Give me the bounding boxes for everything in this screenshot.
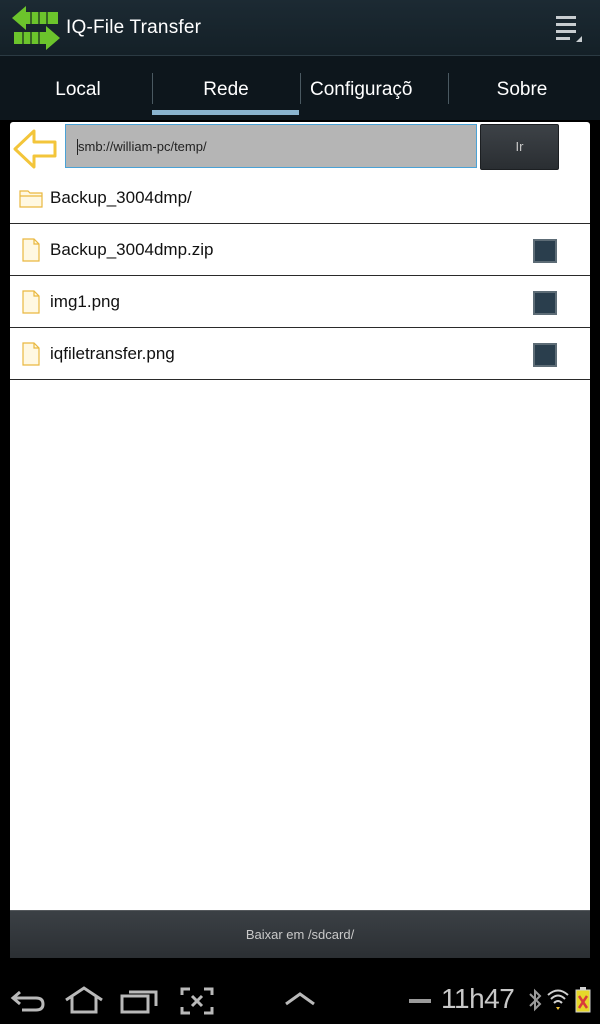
system-navigation-bar: 11h47 <box>0 976 600 1024</box>
file-icon <box>22 290 40 314</box>
battery-icon <box>575 987 591 1013</box>
address-input[interactable]: smb://william-pc/temp/ <box>65 124 477 168</box>
file-row[interactable]: iqfiletransfer.png <box>10 328 590 380</box>
file-checkbox[interactable] <box>533 343 557 367</box>
app-title: IQ-File Transfer <box>66 17 202 38</box>
up-chevron-icon[interactable] <box>284 992 316 1006</box>
file-checkbox[interactable] <box>533 291 557 315</box>
go-button[interactable]: Ir <box>480 124 559 170</box>
clock: 11h47 <box>441 983 515 1014</box>
file-browser-panel: smb://william-pc/temp/ Ir Backup_3004dmp… <box>10 122 590 910</box>
file-row-folder[interactable]: Backup_3004dmp/ <box>10 172 590 224</box>
action-bar: IQ-File Transfer <box>0 0 600 56</box>
selected-tab-indicator <box>152 110 299 115</box>
file-name: iqfiletransfer.png <box>50 344 175 363</box>
file-row[interactable]: img1.png <box>10 276 590 328</box>
file-name: Backup_3004dmp.zip <box>50 240 214 259</box>
file-name: img1.png <box>50 292 120 311</box>
home-icon[interactable] <box>64 986 104 1014</box>
tab-configuracoes[interactable]: Configuraçõ <box>310 56 430 120</box>
back-arrow-icon[interactable] <box>12 128 58 170</box>
file-name: Backup_3004dmp/ <box>50 188 192 207</box>
tab-sobre[interactable]: Sobre <box>447 56 597 120</box>
tab-local[interactable]: Local <box>3 56 153 120</box>
folder-icon <box>19 190 43 208</box>
file-icon <box>22 238 40 262</box>
file-icon <box>22 342 40 366</box>
tab-bar: Local Rede Configuraçõ Sobre <box>0 56 600 120</box>
overflow-menu-icon[interactable] <box>554 14 584 44</box>
file-row[interactable]: Backup_3004dmp.zip <box>10 224 590 276</box>
bluetooth-icon <box>529 988 542 1012</box>
file-checkbox[interactable] <box>533 239 557 263</box>
minus-icon <box>409 999 431 1003</box>
transfer-arrows-icon[interactable] <box>10 4 62 52</box>
tab-divider <box>300 73 301 104</box>
wifi-icon <box>547 989 569 1010</box>
back-icon[interactable] <box>10 988 46 1014</box>
download-button[interactable]: Baixar em /sdcard/ <box>10 910 590 958</box>
screenshot-icon[interactable] <box>180 987 214 1015</box>
recent-apps-icon[interactable] <box>120 988 160 1014</box>
